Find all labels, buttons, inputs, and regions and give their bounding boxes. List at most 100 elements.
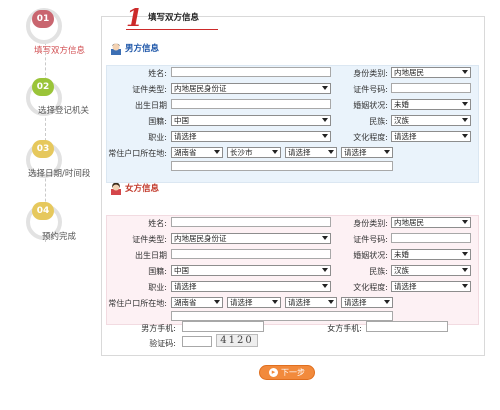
male-birth-label: 出生日期 [135,101,167,110]
male-cert-no-input[interactable] [391,83,471,93]
male-city-select[interactable]: 长沙市 [227,147,281,158]
male-cert-no-label: 证件号码: [353,85,388,94]
chevron-down-icon [322,284,328,288]
captcha-label: 验证码: [149,339,176,348]
male-marital-select[interactable]: 未婚 [391,99,471,110]
female-town-select[interactable]: 请选择 [341,297,393,308]
chevron-down-icon [462,102,468,106]
male-nationality-select[interactable]: 中国 [171,115,331,126]
chevron-down-icon [322,268,328,272]
male-ethnic-label: 民族: [369,117,388,126]
chevron-down-icon [322,134,328,138]
female-district-value: 请选择 [288,298,311,307]
step-label: 预约完成 [42,232,77,242]
female-avatar-icon [111,182,121,195]
chevron-down-icon [328,150,334,154]
chevron-down-icon [462,284,468,288]
female-hukou-label: 常住户口所在地: [108,299,167,308]
male-phone-label: 男方手机: [141,324,176,333]
female-marital-select[interactable]: 未婚 [391,249,471,260]
female-name-input[interactable] [171,217,331,227]
step-label: 填写双方信息 [34,46,86,56]
male-province-select[interactable]: 湖南省 [171,147,223,158]
male-marital-value: 未婚 [394,100,409,109]
female-cert-no-label: 证件号码: [353,235,388,244]
male-city-value: 长沙市 [230,148,253,157]
male-title-text: 男方信息 [125,44,160,54]
male-cert-type-select[interactable]: 内地居民身份证 [171,83,331,94]
male-town-select[interactable]: 请选择 [341,147,393,158]
female-edu-label: 文化程度: [353,283,388,292]
female-form: 姓名: 身份类别: 内地居民 证件类型: 内地居民身份证 证件号码: 出生日期 … [106,215,479,325]
female-cert-type-value: 内地居民身份证 [174,234,227,243]
step-number: 03 [32,140,54,158]
chevron-down-icon [384,300,390,304]
female-ethnic-select[interactable]: 汉族 [391,265,471,276]
male-edu-select[interactable]: 请选择 [391,131,471,142]
male-job-label: 职业: [148,133,167,142]
male-district-select[interactable]: 请选择 [285,147,337,158]
male-identity-label: 身份类别: [353,69,388,78]
male-district-value: 请选择 [288,148,311,157]
chevron-down-icon [322,86,328,90]
female-identity-select[interactable]: 内地居民 [391,217,471,228]
form-panel: 1 填写双方信息 男方信息 姓名: 身份类别: 内地居民 证件类型: 内地居民身… [101,3,485,356]
step-big-number: 1 [126,3,143,32]
next-step-label: 下一步 [281,368,305,377]
female-nationality-value: 中国 [174,266,189,275]
captcha-input[interactable] [182,336,212,347]
male-ethnic-select[interactable]: 汉族 [391,115,471,126]
female-province-value: 湖南省 [174,298,197,307]
step-number: 01 [32,10,54,28]
female-city-select[interactable]: 请选择 [227,297,281,308]
male-edu-label: 文化程度: [353,133,388,142]
female-job-select[interactable]: 请选择 [171,281,331,292]
male-job-value: 请选择 [174,132,197,141]
female-city-value: 请选择 [230,298,253,307]
male-form: 姓名: 身份类别: 内地居民 证件类型: 内地居民身份证 证件号码: 出生日期 … [106,65,479,183]
female-identity-label: 身份类别: [353,219,388,228]
female-birth-input[interactable] [171,249,331,259]
next-step-button[interactable]: ▸ 下一步 [259,365,315,380]
step-number: 02 [32,78,54,96]
step-label: 选择登记机关 [38,106,90,116]
male-identity-select[interactable]: 内地居民 [391,67,471,78]
male-name-label: 姓名: [148,69,167,78]
chevron-down-icon [462,252,468,256]
chevron-down-icon [328,300,334,304]
male-phone-input[interactable] [182,321,264,332]
female-title-text: 女方信息 [125,184,160,194]
male-section-title: 男方信息 [110,42,159,55]
female-nationality-select[interactable]: 中国 [171,265,331,276]
female-ethnic-label: 民族: [369,267,388,276]
female-birth-label: 出生日期 [135,251,167,260]
captcha-image[interactable]: 4120 [216,334,258,347]
female-address-input[interactable] [171,311,393,321]
female-cert-type-label: 证件类型: [132,235,167,244]
female-province-select[interactable]: 湖南省 [171,297,223,308]
female-edu-select[interactable]: 请选择 [391,281,471,292]
female-cert-no-input[interactable] [391,233,471,243]
male-ethnic-value: 汉族 [394,116,409,125]
female-nationality-label: 国籍: [148,267,167,276]
male-birth-input[interactable] [171,99,331,109]
female-district-select[interactable]: 请选择 [285,297,337,308]
female-section-title: 女方信息 [110,182,159,195]
female-job-value: 请选择 [174,282,197,291]
chevron-down-icon [272,300,278,304]
male-address-input[interactable] [171,161,393,171]
female-cert-type-select[interactable]: 内地居民身份证 [171,233,331,244]
step-number: 04 [32,202,54,220]
chevron-down-icon [214,150,220,154]
female-phone-input[interactable] [366,321,448,332]
female-phone-label: 女方手机: [327,324,362,333]
chevron-down-icon [322,236,328,240]
chevron-down-icon [462,70,468,74]
female-marital-label: 婚姻状况: [353,251,388,260]
male-name-input[interactable] [171,67,331,77]
male-cert-type-value: 内地居民身份证 [174,84,227,93]
male-job-select[interactable]: 请选择 [171,131,331,142]
male-edu-value: 请选择 [394,132,417,141]
step-label: 选择日期/时间段 [28,169,91,179]
step-sidebar: 01 填写双方信息 02 选择登记机关 03 选择日期/时间段 04 预约完成 [0,0,100,410]
